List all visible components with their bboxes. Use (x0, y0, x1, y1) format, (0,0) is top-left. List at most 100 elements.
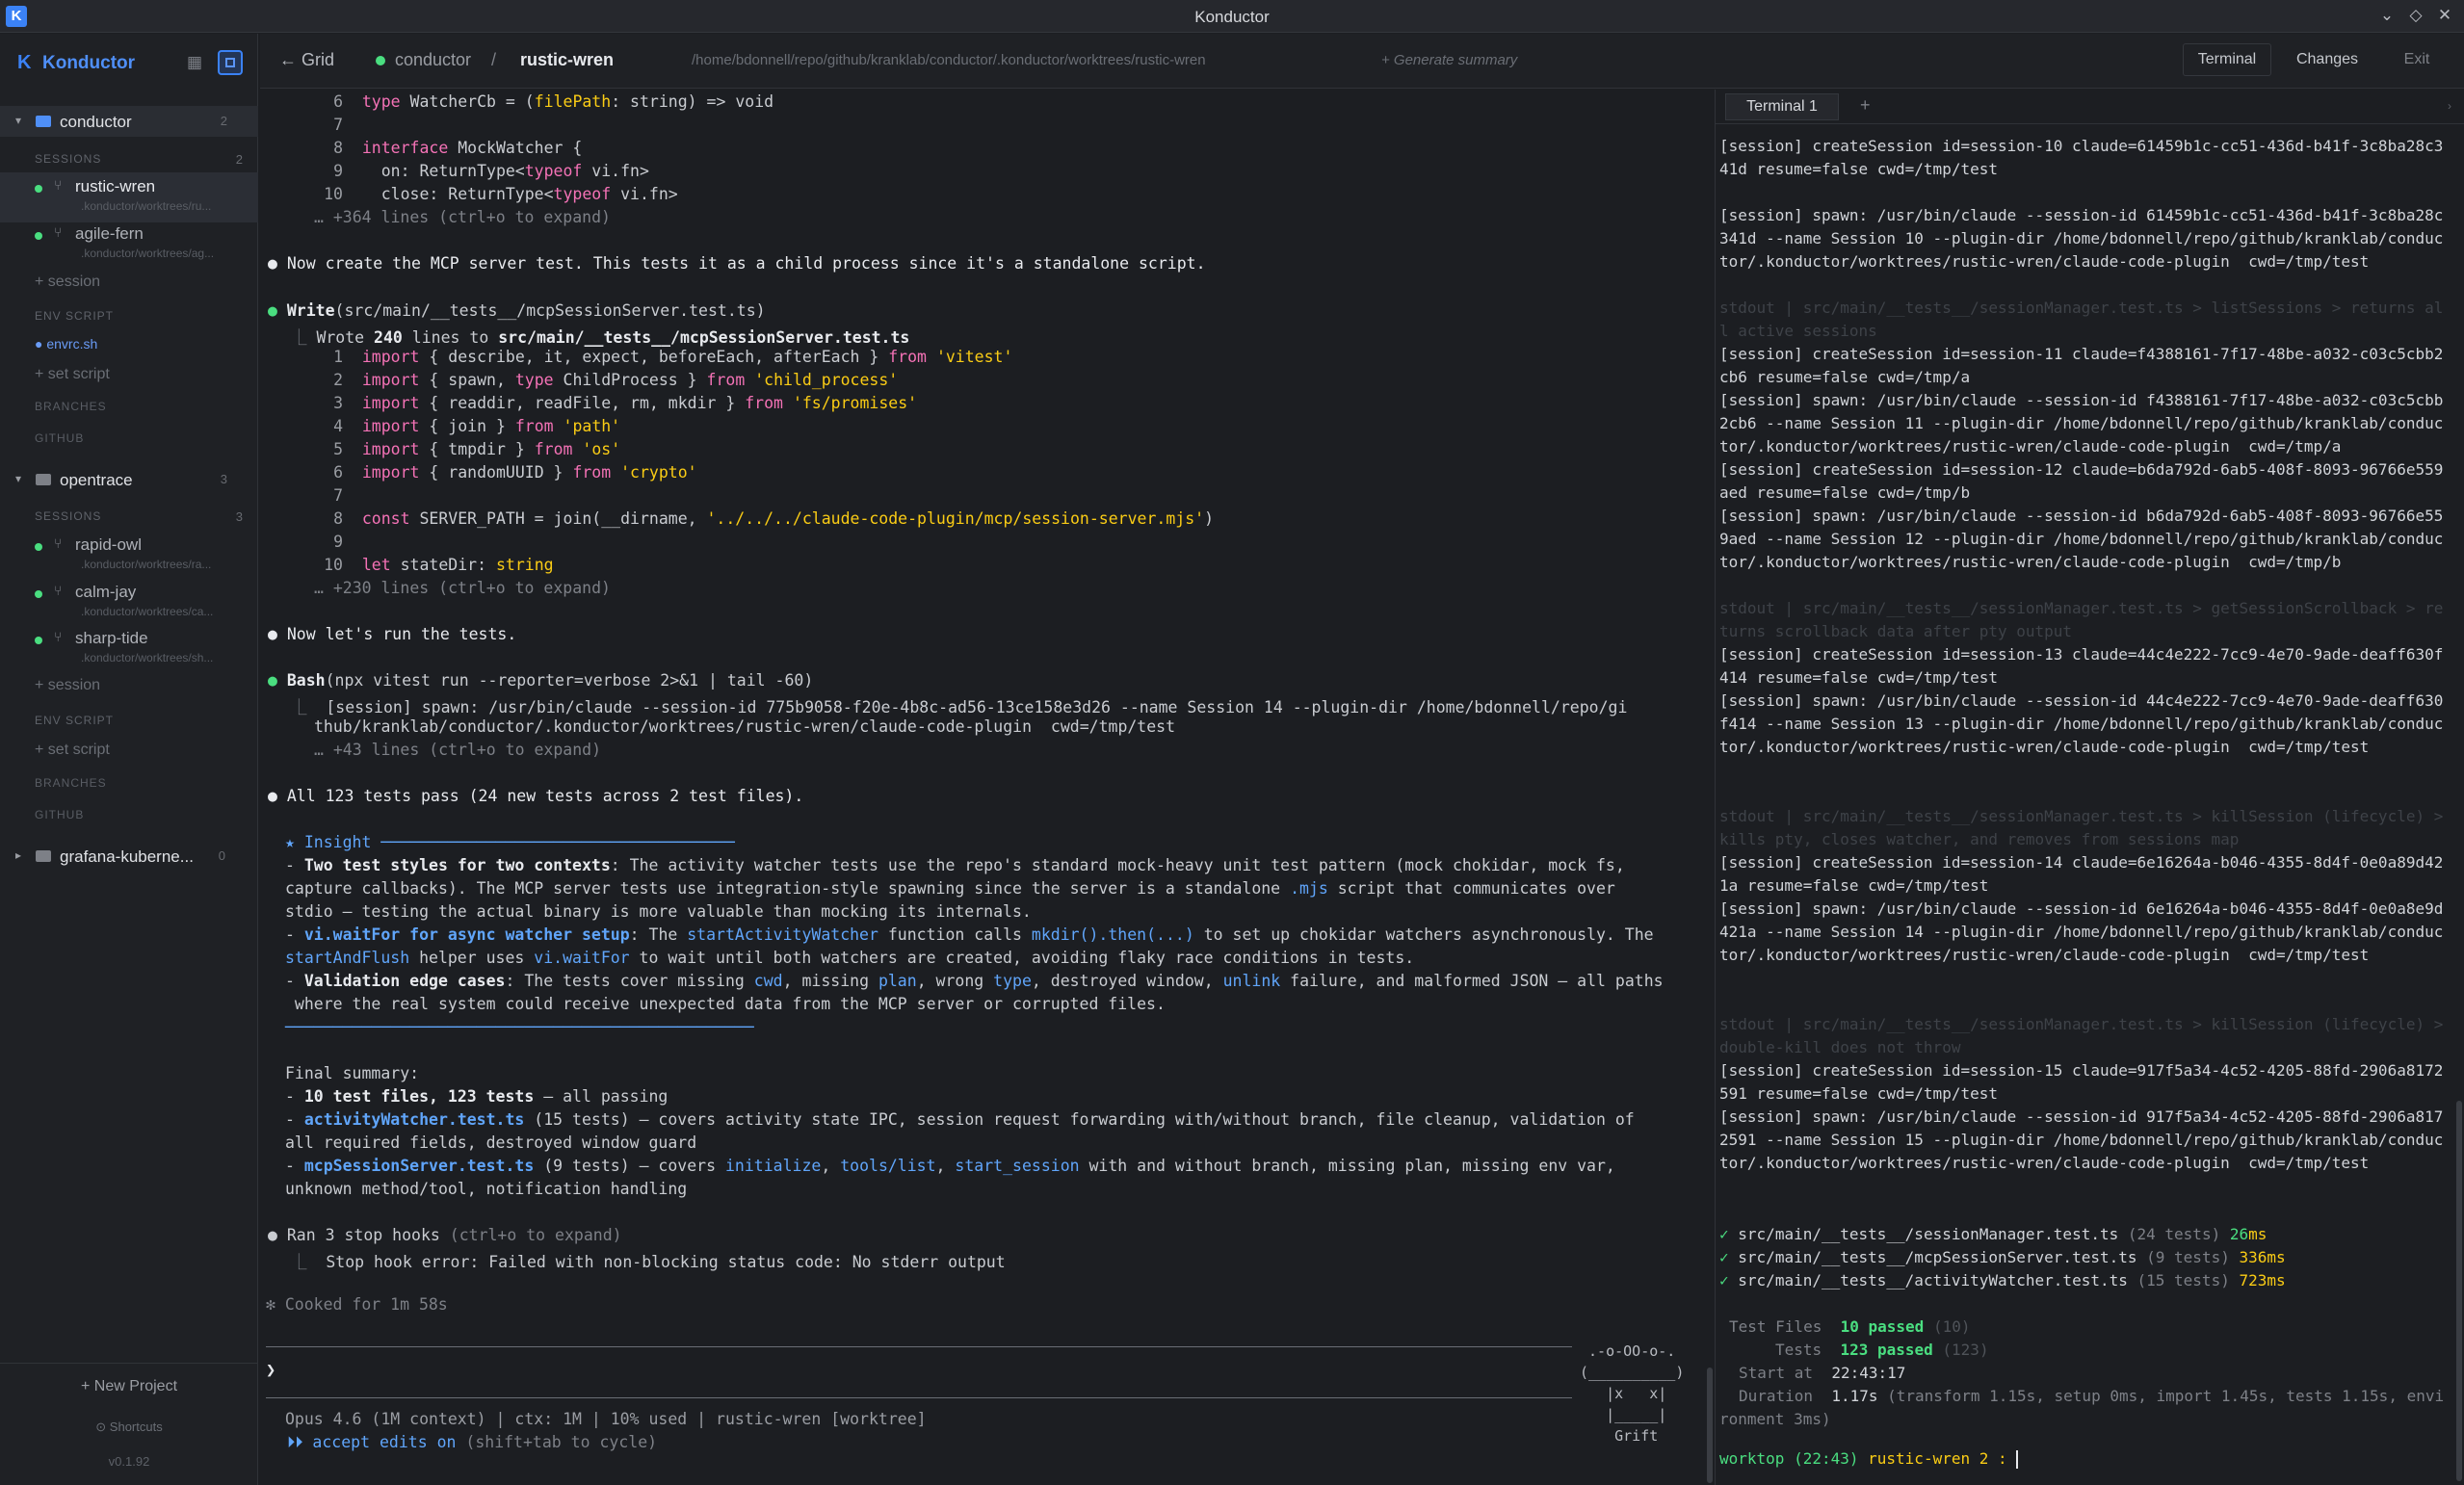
prompt-input[interactable]: ❯ (266, 1346, 1572, 1398)
summary-line: - mcpSessionServer.test.ts (9 tests) — c… (285, 1157, 1615, 1175)
back-to-grid-button[interactable]: ← Grid (279, 50, 334, 70)
expand-hint[interactable]: … +43 lines (ctrl+o to expand) (314, 741, 601, 759)
session-calm-jay[interactable]: ⑂ calm-jay .konductor/worktrees/ca... (0, 578, 258, 628)
sessions-label: SESSIONS (35, 152, 102, 166)
new-project-button[interactable]: + New Project (0, 1378, 258, 1395)
status-dot-icon (35, 637, 42, 644)
shortcuts-button[interactable]: ⊙ Shortcuts (0, 1420, 258, 1435)
chevron-right-icon: ▸ (15, 848, 22, 862)
generate-summary-button[interactable]: + Generate summary (1381, 52, 1517, 68)
code-line: 4 import { join } from 'path' (333, 417, 621, 435)
message-text: Now let's run the tests. (286, 625, 517, 643)
env-script-label: ENV SCRIPT (35, 714, 115, 727)
sessions-count: 3 (235, 509, 243, 524)
session-rapid-owl[interactable]: ⑂ rapid-owl .konductor/worktrees/ra... (0, 531, 258, 581)
chevron-right-icon[interactable]: › (2448, 99, 2451, 113)
summary-duration: Duration 1.17s (transform 1.15s, setup 0… (1719, 1387, 2445, 1428)
session-path: .konductor/worktrees/ra... (81, 558, 212, 571)
tool-args: (npx vitest run --reporter=verbose 2>&1 … (325, 671, 814, 690)
summary-line: unknown method/tool, notification handli… (285, 1180, 688, 1198)
tab-changes[interactable]: Changes (2281, 43, 2373, 76)
cooked-time: ✻ Cooked for 1m 58s (266, 1295, 448, 1314)
terminal-log-line: [session] createSession id=session-12 cl… (1719, 460, 2444, 502)
code-line: 8 const SERVER_PATH = join(__dirname, '.… (333, 509, 1214, 528)
github-link[interactable]: GITHUB (0, 805, 258, 826)
breadcrumb-project[interactable]: conductor (395, 50, 471, 70)
conversation-scrollbar[interactable] (1707, 1368, 1713, 1483)
env-file-name: ● envrc.sh (35, 336, 98, 352)
branches-link[interactable]: BRANCHES (0, 397, 258, 418)
message-text: Now create the MCP server test. This tes… (286, 254, 1206, 273)
code-line: 2 import { spawn, type ChildProcess } fr… (333, 371, 899, 389)
status-dot-icon (376, 56, 385, 65)
terminal-panel[interactable]: Terminal 1 + › [session] createSession i… (1715, 90, 2464, 1485)
new-terminal-icon[interactable]: + (1860, 95, 1871, 116)
terminal-log-line: [session] createSession id=session-10 cl… (1719, 137, 2444, 178)
wrote-middle: lines to (402, 328, 499, 347)
env-file-item[interactable]: ● envrc.sh (0, 334, 258, 355)
sessions-section: SESSIONS 3 (0, 507, 258, 526)
project-opentrace[interactable]: ▾ opentrace 3 (0, 464, 258, 495)
code-line: 3 import { readdir, readFile, rm, mkdir … (333, 394, 918, 412)
sidebar-header: K Konductor ▦ (0, 34, 258, 91)
session-path: .konductor/worktrees/sh... (81, 651, 214, 664)
set-script-button[interactable]: + set script (0, 364, 258, 387)
summary-line: all required fields, destroyed window gu… (285, 1133, 697, 1152)
insight-line: stdio — testing the actual binary is mor… (285, 902, 1032, 921)
project-name: conductor (60, 113, 132, 131)
set-script-button[interactable]: + set script (0, 740, 258, 763)
session-rustic-wren[interactable]: ⑂ rustic-wren .konductor/worktrees/ru... (0, 172, 258, 222)
sessions-label: SESSIONS (35, 509, 102, 523)
close-icon[interactable]: ✕ (2434, 6, 2455, 25)
session-sharp-tide[interactable]: ⑂ sharp-tide .konductor/worktrees/sh... (0, 624, 258, 674)
insight-line: where the real system could receive unex… (285, 995, 1166, 1013)
status-dot-icon (35, 543, 42, 551)
message-text: All 123 tests pass (24 new tests across … (286, 787, 804, 805)
expand-hint[interactable]: … +230 lines (ctrl+o to expand) (314, 579, 611, 597)
wrote-file: src/main/__tests__/mcpSessionServer.test… (498, 328, 910, 347)
session-path: .konductor/worktrees/ru... (81, 199, 212, 213)
tool-call-write: ● Write(src/main/__tests__/mcpSessionSer… (268, 301, 766, 320)
hooks-hint: (ctrl+o to expand) (439, 1226, 622, 1244)
single-view-icon[interactable] (218, 50, 243, 75)
folder-icon (36, 474, 51, 485)
chevron-down-icon: ▾ (15, 472, 22, 485)
status-dot-icon (35, 590, 42, 598)
shell-prompt[interactable]: worktop (22:43) rustic-wren 2 : (1719, 1447, 2451, 1471)
session-name: rapid-owl (75, 535, 142, 554)
session-agile-fern[interactable]: ⑂ agile-fern .konductor/worktrees/ag... (0, 220, 258, 270)
terminal-log-line: [session] spawn: /usr/bin/claude --sessi… (1719, 206, 2444, 271)
project-conductor[interactable]: ▾ conductor 2 (0, 106, 258, 137)
insight-line: - vi.waitFor for async watcher setup: Th… (285, 925, 1654, 944)
grid-view-icon[interactable]: ▦ (185, 53, 204, 72)
code-line: 10 close: ReturnType<typeof vi.fn> (324, 185, 678, 203)
expand-hint[interactable]: … +364 lines (ctrl+o to expand) (314, 208, 611, 226)
tab-terminal-1[interactable]: Terminal 1 (1725, 93, 1839, 120)
stop-hooks-line[interactable]: ● Ran 3 stop hooks (ctrl+o to expand) (268, 1226, 622, 1244)
code-line: 9 (333, 533, 343, 551)
branch-icon: ⑂ (54, 177, 63, 193)
add-session-button[interactable]: + session (0, 272, 258, 295)
insight-line: - Two test styles for two contexts: The … (285, 856, 1625, 874)
project-grafana[interactable]: ▸ grafana-kuberne... 0 (0, 841, 258, 872)
final-summary-header: Final summary: (285, 1064, 420, 1082)
prompt-caret-icon: ❯ (266, 1361, 276, 1380)
maximize-icon[interactable]: ◇ (2405, 6, 2426, 25)
code-line: 6 type WatcherCb = (filePath: string) =>… (333, 92, 774, 111)
assistant-message: ● Now create the MCP server test. This t… (268, 254, 1206, 273)
branch-icon: ⑂ (54, 583, 63, 598)
test-result-line: ✓ src/main/__tests__/activityWatcher.tes… (1719, 1271, 2286, 1290)
minimize-icon[interactable]: ⌄ (2376, 6, 2398, 25)
terminal-scrollbar[interactable] (2456, 1101, 2462, 1481)
branches-link[interactable]: BRANCHES (0, 773, 258, 795)
tab-terminal[interactable]: Terminal (2183, 43, 2271, 76)
worktree-path: /home/bdonnell/repo/github/kranklab/cond… (692, 52, 1206, 68)
session-path: .konductor/worktrees/ca... (81, 605, 214, 618)
add-session-button[interactable]: + session (0, 675, 258, 698)
tab-exit[interactable]: Exit (2383, 43, 2451, 76)
insight-line: capture callbacks). The MCP server tests… (285, 879, 1615, 898)
branch-icon: ⑂ (54, 629, 63, 644)
accept-edits-toggle[interactable]: ⏵⏵ accept edits on (shift+tab to cycle) (287, 1433, 657, 1452)
code-line: 7 (333, 116, 343, 134)
github-link[interactable]: GITHUB (0, 429, 258, 450)
